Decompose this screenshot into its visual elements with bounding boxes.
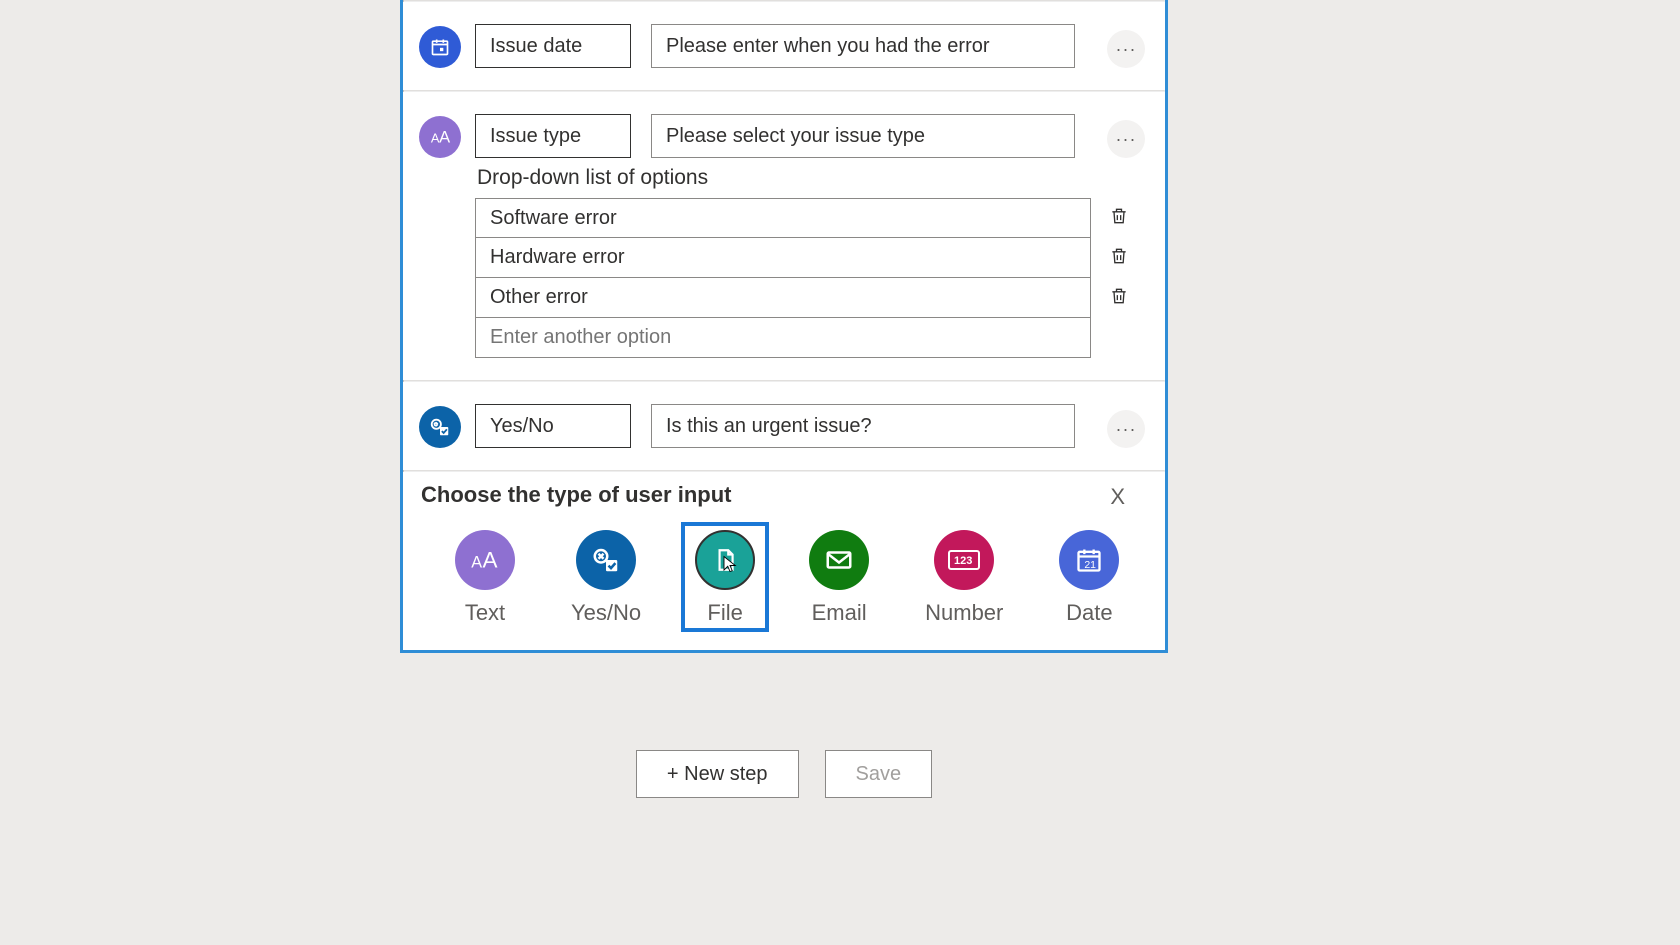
more-options-button[interactable]: ··· [1107, 410, 1145, 448]
flow-trigger-card: ··· AA ··· Drop-down list of options [400, 0, 1168, 653]
svg-text:21: 21 [1085, 559, 1097, 571]
type-list: AA Text Yes/No [421, 526, 1145, 630]
trash-icon [1109, 204, 1129, 228]
dropdown-label: Drop-down list of options [475, 166, 1145, 190]
dropdown-option-input[interactable] [475, 238, 1091, 278]
chooser-title: Choose the type of user input [421, 482, 731, 507]
input-desc-field[interactable] [651, 114, 1075, 158]
save-button[interactable]: Save [825, 750, 933, 798]
date-type-icon: 21 [1059, 530, 1119, 590]
type-option-yesno[interactable]: Yes/No [565, 526, 647, 630]
input-desc-field[interactable] [651, 404, 1075, 448]
delete-option-button[interactable] [1109, 204, 1129, 233]
delete-option-button[interactable] [1109, 244, 1129, 273]
dropdown-option-row [475, 278, 1145, 318]
svg-text:123: 123 [954, 555, 972, 567]
type-option-date[interactable]: 21 Date [1053, 526, 1125, 630]
new-step-button[interactable]: + New step [636, 750, 799, 798]
input-desc-field[interactable] [651, 24, 1075, 68]
email-type-icon [809, 530, 869, 590]
dropdown-option-input[interactable] [475, 278, 1091, 318]
input-row-yesno: ··· [403, 382, 1165, 470]
more-options-button[interactable]: ··· [1107, 120, 1145, 158]
type-option-email[interactable]: Email [803, 526, 875, 630]
chooser-close-button[interactable]: X [1110, 484, 1125, 510]
delete-option-button[interactable] [1109, 284, 1129, 313]
type-option-text[interactable]: AA Text [449, 526, 521, 630]
more-options-button[interactable]: ··· [1107, 30, 1145, 68]
input-name-field[interactable] [475, 114, 631, 158]
type-label: Date [1066, 600, 1112, 626]
file-type-icon [695, 530, 755, 590]
yesno-type-icon [576, 530, 636, 590]
ellipsis-icon: ··· [1116, 39, 1137, 60]
ellipsis-icon: ··· [1116, 129, 1137, 150]
flow-actions: + New step Save [400, 750, 1168, 798]
yesno-icon [419, 406, 461, 448]
svg-text:A: A [439, 129, 450, 147]
calendar-icon [419, 26, 461, 68]
dropdown-new-option-input[interactable] [475, 318, 1091, 358]
dropdown-option-input[interactable] [475, 198, 1091, 238]
type-label: Number [925, 600, 1003, 626]
text-icon: AA [419, 116, 461, 158]
ellipsis-icon: ··· [1116, 419, 1137, 440]
number-type-icon: 123 [934, 530, 994, 590]
text-type-icon: AA [455, 530, 515, 590]
input-name-field[interactable] [475, 404, 631, 448]
trash-icon [1109, 284, 1129, 308]
type-label: File [707, 600, 742, 626]
type-label: Yes/No [571, 600, 641, 626]
svg-text:A: A [471, 554, 482, 572]
dropdown-option-row [475, 238, 1145, 278]
input-row-date: ··· [403, 2, 1165, 90]
input-name-field[interactable] [475, 24, 631, 68]
trash-icon [1109, 244, 1129, 268]
type-label: Email [812, 600, 867, 626]
type-option-file[interactable]: File [681, 522, 769, 632]
svg-text:A: A [483, 548, 498, 573]
type-label: Text [465, 600, 505, 626]
input-row-type: AA ··· [403, 92, 1165, 166]
dropdown-options-block: Drop-down list of options [403, 166, 1165, 380]
type-option-number[interactable]: 123 Number [919, 526, 1009, 630]
dropdown-option-row [475, 198, 1145, 238]
input-type-chooser: Choose the type of user input X AA Text [403, 472, 1165, 650]
dropdown-new-option-row [475, 318, 1145, 358]
